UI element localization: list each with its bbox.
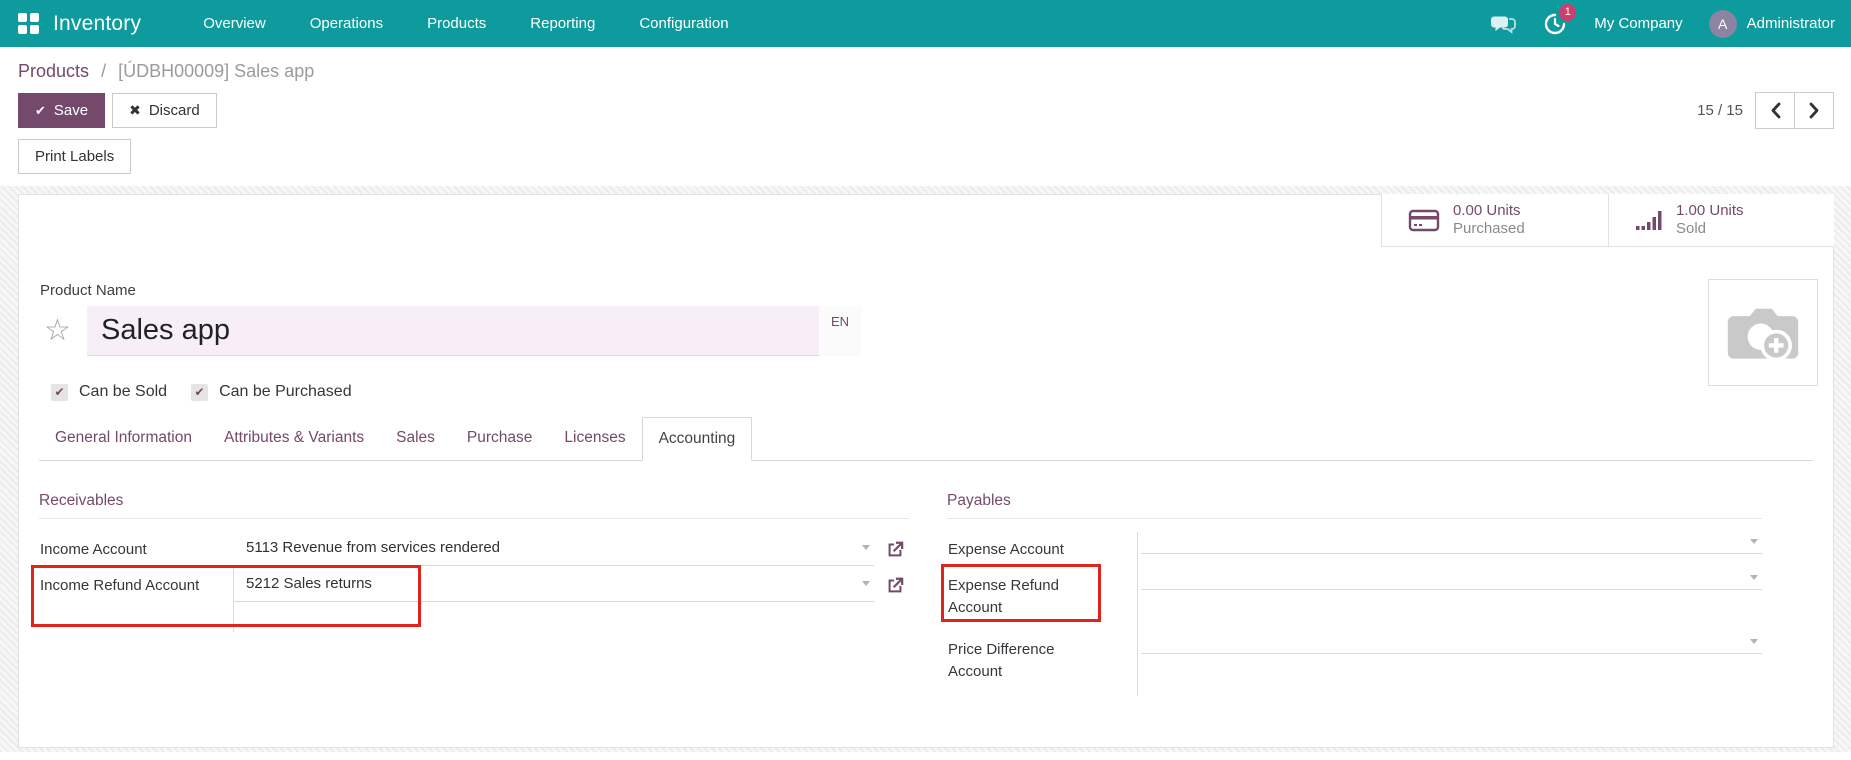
bar-chart-icon bbox=[1635, 208, 1663, 232]
product-flags: ✔ Can be Sold ✔ Can be Purchased bbox=[51, 383, 1813, 401]
discard-button[interactable]: ✖ Discard bbox=[112, 93, 217, 128]
user-menu[interactable]: A Administrator bbox=[1709, 10, 1835, 38]
camera-plus-icon bbox=[1726, 300, 1800, 366]
print-labels-button[interactable]: Print Labels bbox=[18, 139, 131, 174]
breadcrumb-separator: / bbox=[101, 61, 106, 81]
apps-grid-icon bbox=[18, 13, 39, 34]
checkbox-label: Can be Purchased bbox=[219, 383, 352, 401]
stat-value: 0.00 Units bbox=[1453, 202, 1525, 220]
dropdown-caret-icon[interactable] bbox=[1750, 639, 1758, 644]
field-input-expense-account[interactable] bbox=[1141, 532, 1762, 554]
field-row-price-difference-account: Price Difference Account bbox=[947, 632, 1762, 696]
user-name: Administrator bbox=[1747, 15, 1835, 32]
checkbox-can-be-purchased[interactable]: ✔ Can be Purchased bbox=[191, 383, 352, 401]
menu-overview[interactable]: Overview bbox=[185, 1, 284, 46]
x-icon: ✖ bbox=[129, 102, 141, 119]
menu-configuration[interactable]: Configuration bbox=[621, 1, 746, 46]
tab-general-information[interactable]: General Information bbox=[39, 417, 208, 460]
dropdown-caret-icon[interactable] bbox=[862, 581, 870, 586]
check-icon: ✔ bbox=[35, 103, 46, 119]
pager-counter: 15 / 15 bbox=[1697, 102, 1743, 119]
field-label: Income Account bbox=[39, 532, 234, 568]
notebook-tabs: General InformationAttributes & Variants… bbox=[39, 417, 1813, 461]
field-input-income-refund-account[interactable]: 5212 Sales returns bbox=[234, 568, 874, 602]
checkbox-can-be-sold[interactable]: ✔ Can be Sold bbox=[51, 383, 167, 401]
checkmark-icon: ✔ bbox=[51, 384, 68, 401]
payables-title: Payables bbox=[947, 492, 1762, 519]
breadcrumb-current: [ÚDBH00009] Sales app bbox=[118, 61, 314, 81]
activities-button[interactable]: 1 bbox=[1542, 11, 1568, 37]
pager-next-button[interactable] bbox=[1794, 92, 1834, 129]
stat-buttons: 0.00 UnitsPurchased1.00 UnitsSold bbox=[1381, 194, 1834, 247]
stat-button-sold[interactable]: 1.00 UnitsSold bbox=[1608, 194, 1834, 246]
user-avatar: A bbox=[1709, 10, 1737, 38]
breadcrumb-products-link[interactable]: Products bbox=[18, 61, 89, 81]
form-background: 0.00 UnitsPurchased1.00 UnitsSold Produc… bbox=[0, 186, 1851, 752]
activity-count-badge: 1 bbox=[1559, 4, 1576, 21]
checkmark-icon: ✔ bbox=[191, 384, 208, 401]
checkbox-label: Can be Sold bbox=[79, 383, 167, 401]
dropdown-caret-icon[interactable] bbox=[862, 545, 870, 550]
chat-icon bbox=[1490, 13, 1516, 35]
control-panel: Products / [ÚDBH00009] Sales app ✔ Save … bbox=[0, 47, 1851, 174]
product-name-label: Product Name bbox=[40, 282, 1813, 299]
top-menu: OverviewOperationsProductsReportingConfi… bbox=[185, 1, 746, 46]
external-link-icon[interactable] bbox=[874, 532, 908, 560]
field-input-income-account[interactable]: 5113 Revenue from services rendered bbox=[234, 532, 874, 566]
field-label: Income Refund Account bbox=[39, 568, 234, 632]
stat-button-purchased[interactable]: 0.00 UnitsPurchased bbox=[1382, 194, 1608, 246]
field-row-expense-refund-account: Expense Refund Account bbox=[947, 568, 1762, 632]
field-label: Price Difference Account bbox=[947, 632, 1131, 696]
field-value: 5113 Revenue from services rendered bbox=[246, 539, 500, 556]
field-input-price-difference-account[interactable] bbox=[1141, 632, 1762, 654]
systray: 1 My Company A Administrator bbox=[1490, 10, 1835, 38]
field-label: Expense Refund Account bbox=[947, 568, 1131, 632]
tab-purchase[interactable]: Purchase bbox=[451, 417, 548, 460]
tab-sales[interactable]: Sales bbox=[380, 417, 451, 460]
chevron-left-icon bbox=[1770, 102, 1781, 119]
external-link-icon[interactable] bbox=[874, 568, 908, 596]
dropdown-caret-icon[interactable] bbox=[1750, 539, 1758, 544]
field-row-income-account: Income Account 5113 Revenue from services… bbox=[39, 532, 909, 568]
field-label: Expense Account bbox=[947, 532, 1131, 568]
stat-label: Sold bbox=[1676, 220, 1744, 238]
product-name-input[interactable]: Sales app bbox=[87, 306, 819, 356]
field-row-expense-account: Expense Account bbox=[947, 532, 1762, 568]
stat-value: 1.00 Units bbox=[1676, 202, 1744, 220]
payables-group: Payables Expense AccountExpense Refund A… bbox=[947, 492, 1762, 696]
top-navbar: Inventory OverviewOperationsProductsRepo… bbox=[0, 0, 1851, 47]
tab-licenses[interactable]: Licenses bbox=[548, 417, 641, 460]
apps-menu-button[interactable]: Inventory bbox=[18, 12, 141, 36]
tab-attributes-variants[interactable]: Attributes & Variants bbox=[208, 417, 380, 460]
pager-previous-button[interactable] bbox=[1755, 92, 1795, 129]
tab-accounting[interactable]: Accounting bbox=[642, 417, 753, 461]
save-button[interactable]: ✔ Save bbox=[18, 93, 105, 128]
credit-card-icon bbox=[1408, 208, 1440, 232]
field-row-income-refund-account: Income Refund Account 5212 Sales returns bbox=[39, 568, 909, 632]
receivables-title: Receivables bbox=[39, 492, 909, 519]
stat-label: Purchased bbox=[1453, 220, 1525, 238]
company-switcher[interactable]: My Company bbox=[1594, 15, 1682, 32]
accounting-tab-content: Receivables Income Account 5113 Revenue f… bbox=[39, 461, 1813, 696]
field-value: 5212 Sales returns bbox=[246, 575, 372, 592]
breadcrumb: Products / [ÚDBH00009] Sales app bbox=[18, 55, 1834, 92]
messages-button[interactable] bbox=[1490, 11, 1516, 37]
app-name[interactable]: Inventory bbox=[53, 12, 141, 36]
menu-products[interactable]: Products bbox=[409, 1, 504, 46]
receivables-group: Receivables Income Account 5113 Revenue f… bbox=[39, 492, 909, 696]
dropdown-caret-icon[interactable] bbox=[1750, 575, 1758, 580]
translation-badge[interactable]: EN bbox=[819, 306, 861, 356]
pager: 15 / 15 bbox=[1697, 92, 1834, 129]
menu-reporting[interactable]: Reporting bbox=[512, 1, 613, 46]
field-input-expense-refund-account[interactable] bbox=[1141, 568, 1762, 590]
favorite-star-icon[interactable]: ☆ bbox=[39, 306, 87, 356]
menu-operations[interactable]: Operations bbox=[292, 1, 401, 46]
chevron-right-icon bbox=[1809, 102, 1820, 119]
product-form-sheet: 0.00 UnitsPurchased1.00 UnitsSold Produc… bbox=[18, 194, 1834, 748]
product-image-upload[interactable] bbox=[1708, 279, 1818, 386]
